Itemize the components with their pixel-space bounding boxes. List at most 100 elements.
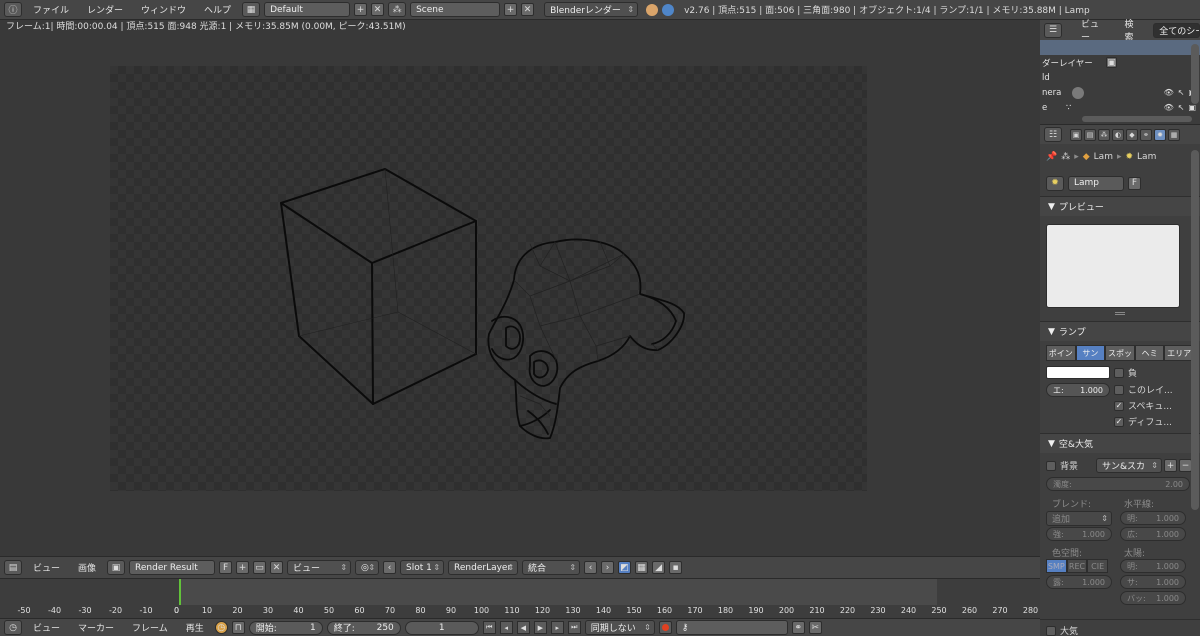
cursor-icon[interactable]: ↖ — [1178, 103, 1185, 112]
image-editor-type-button[interactable]: ▤ — [4, 560, 22, 575]
menu-file[interactable]: ファイル — [26, 3, 76, 16]
lamp-color-swatch[interactable] — [1046, 366, 1110, 379]
tab-world[interactable]: ◐ — [1112, 128, 1124, 141]
lamp-panel-header[interactable]: ▼ ランプ — [1040, 321, 1200, 341]
colorspace-rec[interactable]: REC — [1066, 559, 1088, 573]
atmosphere-checkbox[interactable] — [1046, 625, 1056, 636]
lamp-fake-user-button[interactable]: F — [1128, 176, 1141, 190]
outliner-vscrollbar[interactable] — [1191, 44, 1199, 104]
timeline-menu-view[interactable]: ビュー — [26, 621, 67, 634]
view-mode-select[interactable]: ビュー — [287, 560, 352, 575]
image-name-field[interactable]: Render Result — [129, 560, 216, 575]
keying-set-remove-button[interactable]: ✂ — [808, 621, 822, 634]
image-browse-button[interactable]: ▣ — [107, 560, 126, 575]
colorspace-cie[interactable]: CIE — [1087, 559, 1109, 573]
image-editor-viewport[interactable] — [0, 34, 1040, 556]
pivot-select[interactable]: ◎ — [355, 560, 380, 575]
sun-size-field[interactable]: サ: 1.000 — [1120, 575, 1186, 589]
lamp-name-field[interactable]: Lamp — [1068, 175, 1124, 191]
cursor-icon[interactable]: ↖ — [1178, 88, 1185, 97]
specular-checkbox[interactable]: ✓ — [1114, 400, 1124, 411]
turbidity-field[interactable]: 濁度: 2.00 — [1046, 477, 1190, 491]
outliner-row-world[interactable]: ld — [1040, 70, 1200, 85]
timeline-menu-marker[interactable]: マーカー — [71, 621, 121, 634]
add-scene-button[interactable]: + — [504, 3, 518, 16]
scene-browse-button[interactable]: ⁂ — [388, 2, 407, 17]
lock-range-toggle[interactable]: ⊓ — [231, 621, 245, 634]
sun-brightness-field[interactable]: 明: 1.000 — [1120, 559, 1186, 573]
remove-scene-button[interactable]: ✕ — [521, 3, 535, 16]
keying-set-link-button[interactable]: ⚭ — [791, 621, 805, 634]
tab-render-layers[interactable]: ▤ — [1084, 128, 1096, 141]
next-key-button[interactable]: ▸ — [550, 621, 564, 634]
lamp-type-sun[interactable]: サン — [1075, 345, 1106, 361]
render-layer-select[interactable]: RenderLayer — [448, 560, 519, 575]
preview-panel-header[interactable]: ▼ プレビュー — [1040, 196, 1200, 216]
preview-resize-handle[interactable] — [1115, 312, 1125, 315]
lamp-type-point[interactable]: ポイン — [1046, 345, 1076, 361]
alpha-toggle[interactable]: ▦ — [635, 561, 649, 574]
start-frame-field[interactable]: 開始: 1 — [248, 620, 323, 635]
tab-constraints[interactable]: ⚭ — [1140, 128, 1152, 141]
remove-layout-button[interactable]: ✕ — [371, 3, 385, 16]
timeline-menu-frame[interactable]: フレーム — [125, 621, 175, 634]
current-frame-cursor[interactable] — [179, 579, 181, 605]
sun-back-scatter-field[interactable]: バッ: 1.000 — [1120, 591, 1186, 605]
slot-select[interactable]: Slot 1 — [400, 560, 445, 575]
specular-option[interactable]: ✓ スペキュ... — [1114, 399, 1172, 412]
diffuse-checkbox[interactable]: ✓ — [1114, 416, 1124, 427]
outliner-tree[interactable]: ダーレイヤー▣ ld nera👁↖▣ e∵👁↖▣ — [1040, 40, 1200, 124]
outliner-row-renderlayers[interactable]: ダーレイヤー ▣ — [1040, 55, 1200, 70]
sky-background-option[interactable]: 背景 — [1046, 459, 1078, 472]
slot-prev-button[interactable]: ‹ — [383, 561, 397, 574]
add-layout-button[interactable]: + — [354, 3, 368, 16]
eye-icon[interactable]: 👁 — [1164, 103, 1174, 112]
sky-panel-header[interactable]: ▼ 空&大気 — [1040, 433, 1200, 453]
tab-lamp-data[interactable]: ✹ — [1154, 128, 1166, 141]
properties-editor-type-button[interactable]: ☷ — [1044, 127, 1062, 142]
menu-help[interactable]: ヘルプ — [197, 3, 238, 16]
outliner-row-lamp[interactable]: e ∵ 👁 ↖ ▣ — [1040, 100, 1200, 115]
outliner-display-mode-select[interactable]: 全てのシーン — [1153, 22, 1200, 38]
pass-prev-button[interactable]: ‹ — [584, 561, 598, 574]
lamp-energy-field[interactable]: エ: 1.000 — [1046, 383, 1110, 397]
atmosphere-option[interactable]: 大気 — [1040, 619, 1200, 636]
timeline-menu-playback[interactable]: 再生 — [179, 621, 211, 634]
timeline-area[interactable]: -50 -40 -30 -20 -10 0 10 20 30 40 50 60 70 80 90 100 110… — [0, 578, 1040, 618]
tab-render[interactable]: ▣ — [1070, 128, 1082, 141]
pin-image-toggle[interactable]: ▪ — [669, 561, 683, 574]
menu-window[interactable]: ウィンドウ — [134, 3, 193, 16]
current-frame-field[interactable]: 1 — [404, 620, 479, 635]
auto-keying-toggle[interactable] — [658, 621, 672, 634]
layout-name-field[interactable]: Default — [264, 2, 351, 17]
scene-name-field[interactable]: Scene — [410, 2, 501, 17]
z-buffer-toggle[interactable]: ◢ — [652, 561, 666, 574]
sync-mode-select[interactable]: 同期しない — [584, 620, 655, 635]
color-alpha-toggle[interactable]: ◩ — [618, 561, 632, 574]
end-frame-field[interactable]: 終了: 250 — [326, 620, 401, 635]
keying-set-field[interactable]: ⚷ — [675, 620, 788, 635]
lamp-browse-button[interactable]: ✹ — [1046, 175, 1064, 191]
outliner-row-camera[interactable]: nera👁↖▣ — [1040, 85, 1200, 100]
camera-render-icon[interactable]: ▣ — [1188, 103, 1196, 112]
menu-render[interactable]: レンダー — [80, 3, 130, 16]
horizon-spread-field[interactable]: 広: 1.000 — [1120, 527, 1186, 541]
outliner-hscrollbar[interactable] — [1082, 116, 1192, 122]
jump-start-button[interactable]: ⏮ — [482, 621, 496, 634]
open-image-button[interactable]: ▭ — [253, 561, 267, 574]
outliner-row-scene[interactable] — [1040, 40, 1200, 55]
lamp-type-hemi[interactable]: ヘミ — [1134, 345, 1165, 361]
negative-checkbox[interactable] — [1114, 367, 1124, 378]
render-pass-select[interactable]: 統合 — [522, 560, 581, 575]
outliner-editor-type-button[interactable]: ☰ — [1044, 22, 1062, 38]
this-layer-option[interactable]: このレイ... — [1114, 383, 1173, 396]
exposure-field[interactable]: 露: 1.000 — [1046, 575, 1112, 589]
image-fake-user-button[interactable]: F — [219, 561, 233, 574]
prev-key-button[interactable]: ◂ — [499, 621, 513, 634]
this-layer-checkbox[interactable] — [1114, 384, 1124, 395]
colorspace-smp[interactable]: SMP — [1046, 559, 1067, 573]
pin-icon[interactable]: 📌 — [1046, 152, 1057, 162]
eye-icon[interactable]: 👁 — [1164, 88, 1174, 97]
blend-strength-field[interactable]: 強: 1.000 — [1046, 527, 1112, 541]
tab-scene[interactable]: ⁂ — [1098, 128, 1110, 141]
